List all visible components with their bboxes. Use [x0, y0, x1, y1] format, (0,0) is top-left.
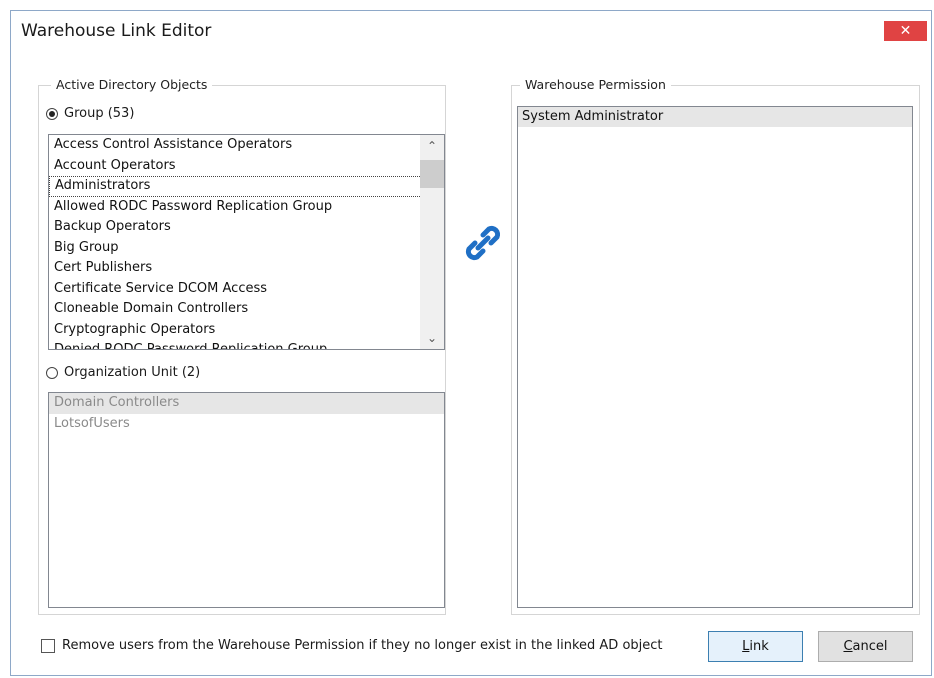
ou-items: Domain Controllers LotsofUsers [49, 393, 444, 434]
close-button[interactable]: ✕ [884, 21, 927, 41]
group-radio-label: Group (53) [64, 106, 135, 121]
group-list-item[interactable]: Access Control Assistance Operators [49, 135, 444, 156]
ou-radio-label: Organization Unit (2) [64, 365, 201, 380]
permission-listbox[interactable]: System Administrator [517, 106, 913, 608]
scroll-thumb[interactable] [420, 160, 444, 188]
close-icon: ✕ [899, 23, 912, 39]
warehouse-permission-groupbox: Warehouse Permission System Administrato… [511, 77, 920, 615]
group-items: Access Control Assistance Operators Accou… [49, 135, 444, 349]
group-list-scrollbar[interactable]: ⌃ ⌄ [420, 135, 444, 349]
remove-users-label: Remove users from the Warehouse Permissi… [62, 638, 663, 653]
group-list-item[interactable]: Cert Publishers [49, 258, 444, 279]
group-list-item[interactable]: Allowed RODC Password Replication Group [49, 197, 444, 218]
remove-users-checkbox-row[interactable]: Remove users from the Warehouse Permissi… [41, 638, 663, 653]
chain-link-icon [465, 225, 501, 261]
ou-radio[interactable]: Organization Unit (2) [46, 365, 200, 380]
link-rest: ink [749, 639, 769, 654]
group-list-item[interactable]: Administrators [49, 176, 444, 197]
cancel-rest: ancel [852, 639, 888, 654]
perm-items: System Administrator [518, 107, 912, 127]
group-listbox[interactable]: Access Control Assistance Operators Accou… [48, 134, 445, 350]
link-button-label: Link [742, 639, 769, 654]
group-list-item[interactable]: Account Operators [49, 156, 444, 177]
ad-objects-groupbox: Active Directory Objects Group (53) Acce… [38, 77, 446, 615]
dialog-title: Warehouse Link Editor [21, 21, 212, 41]
title-bar: Warehouse Link Editor ✕ [11, 11, 931, 53]
cancel-mnemonic: C [843, 639, 853, 654]
group-list-item[interactable]: Denied RODC Password Replication Group [49, 340, 444, 349]
group-list-item[interactable]: Cloneable Domain Controllers [49, 299, 444, 320]
remove-users-checkbox[interactable] [41, 638, 55, 653]
link-button[interactable]: Link [708, 631, 803, 662]
group-list-item[interactable]: Backup Operators [49, 217, 444, 238]
ou-radio-indicator[interactable] [46, 366, 58, 379]
ou-listbox[interactable]: Domain Controllers LotsofUsers [48, 392, 445, 608]
scroll-down-icon[interactable]: ⌄ [420, 328, 444, 348]
group-radio-indicator[interactable] [46, 107, 58, 120]
ou-list-item[interactable]: LotsofUsers [49, 414, 444, 435]
warehouse-permission-legend: Warehouse Permission [520, 77, 671, 92]
group-radio[interactable]: Group (53) [46, 106, 134, 121]
warehouse-link-editor-dialog: Warehouse Link Editor ✕ Active Directory… [10, 10, 932, 676]
cancel-button[interactable]: Cancel [818, 631, 913, 662]
ou-list-item[interactable]: Domain Controllers [49, 393, 444, 414]
group-list-item[interactable]: Big Group [49, 238, 444, 259]
group-list-item[interactable]: Certificate Service DCOM Access [49, 279, 444, 300]
ad-objects-legend: Active Directory Objects [51, 77, 213, 92]
cancel-button-label: Cancel [843, 639, 887, 654]
group-list-item[interactable]: Cryptographic Operators [49, 320, 444, 341]
permission-list-item[interactable]: System Administrator [518, 107, 912, 127]
scroll-up-icon[interactable]: ⌃ [420, 136, 444, 156]
